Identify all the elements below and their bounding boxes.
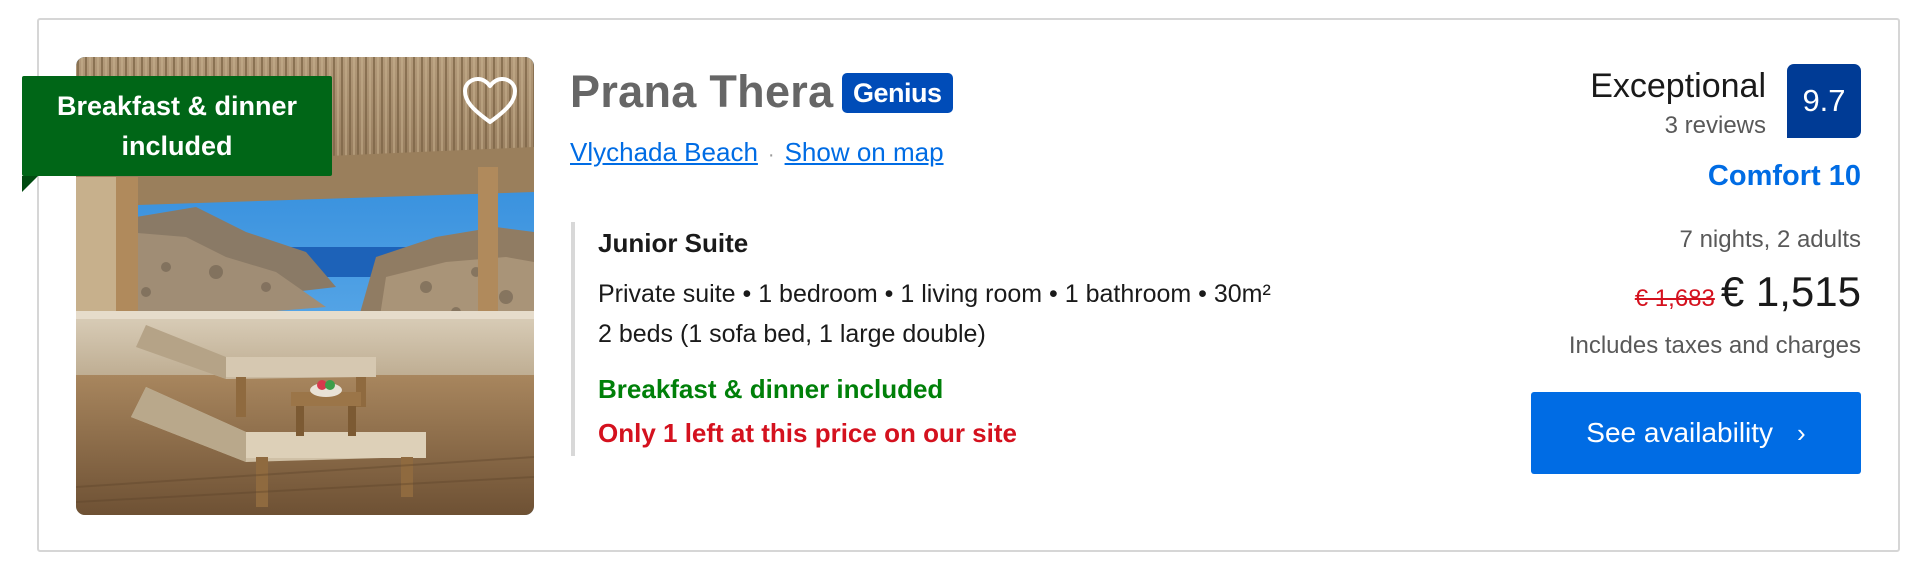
see-availability-label: See availability <box>1586 417 1774 448</box>
genius-badge: Genius <box>842 73 953 113</box>
location-row: Vlychada Beach · Show on map <box>570 137 944 168</box>
heart-outline-icon <box>463 77 517 124</box>
original-price: € 1,683 <box>1634 285 1715 312</box>
hotel-name-link[interactable]: Prana Thera <box>570 66 833 118</box>
chevron-right-icon: › <box>1797 417 1806 448</box>
room-scarcity: Only 1 left at this price on our site <box>598 418 1017 448</box>
comfort-score: Comfort 10 <box>1707 160 1861 192</box>
room-title: Junior Suite <box>598 228 749 258</box>
review-count[interactable]: 3 reviews <box>1665 112 1766 140</box>
ribbon-label: Breakfast & dinner included <box>56 91 298 161</box>
show-on-map-link[interactable]: Show on map <box>785 137 944 167</box>
meal-plan-ribbon: Breakfast & dinner included <box>22 76 332 176</box>
location-separator: · <box>767 144 775 166</box>
room-details: Private suite • 1 bedroom • 1 living roo… <box>598 280 1271 308</box>
see-availability-button[interactable]: See availability › <box>1531 392 1861 474</box>
current-price: € 1,515 <box>1720 268 1861 315</box>
room-meals: Breakfast & dinner included <box>598 374 944 404</box>
favorite-button[interactable] <box>462 76 518 126</box>
room-beds: 2 beds (1 sofa bed, 1 large double) <box>598 320 986 348</box>
area-link[interactable]: Vlychada Beach <box>570 137 758 167</box>
review-score-badge[interactable]: 9.7 <box>1787 64 1861 138</box>
price-column: Exceptional 3 reviews 9.7 Comfort 10 7 n… <box>1441 0 1861 570</box>
room-block-divider <box>571 222 575 456</box>
taxes-note: Includes taxes and charges <box>1568 332 1861 359</box>
stay-summary: 7 nights, 2 adults <box>1679 226 1861 253</box>
rating-word: Exceptional <box>1590 67 1766 105</box>
price-row: € 1,683 € 1,515 <box>1635 268 1861 316</box>
ribbon-fold <box>22 176 38 192</box>
